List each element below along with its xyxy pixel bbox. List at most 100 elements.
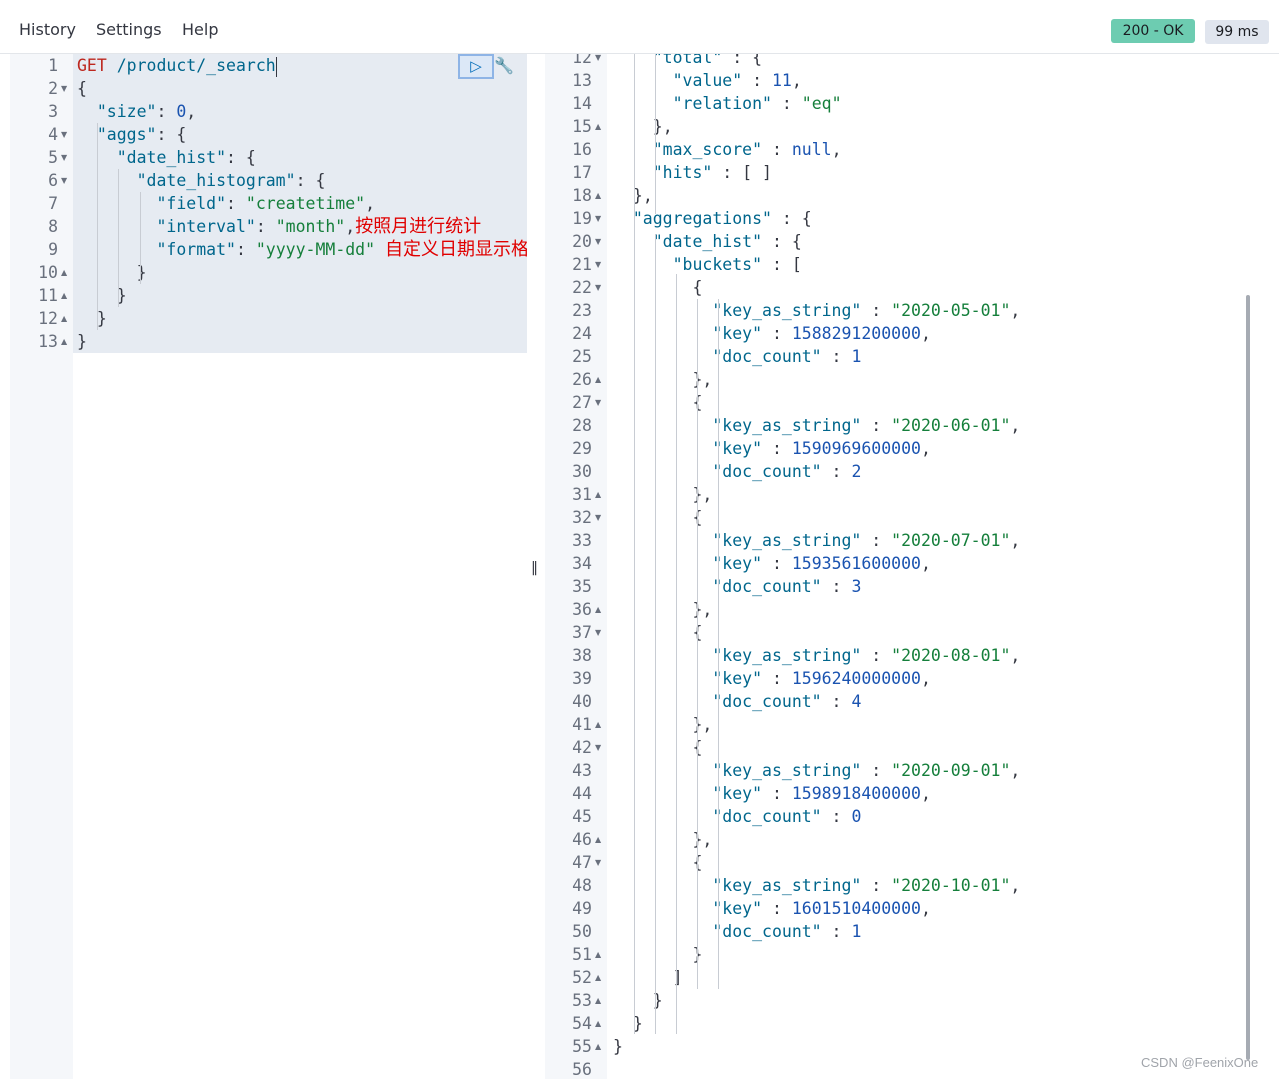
fold-toggle-icon[interactable]: ▲	[595, 966, 601, 989]
output-line: {	[692, 623, 703, 642]
fold-toggle-icon[interactable]: ▲	[61, 307, 67, 330]
fold-toggle-icon[interactable]: ▼	[61, 77, 67, 100]
indent-guide	[140, 192, 141, 284]
line-number: 11	[38, 286, 58, 305]
line-number: 13	[38, 332, 58, 351]
fold-toggle-icon[interactable]: ▲	[61, 330, 67, 353]
fold-toggle-icon[interactable]: ▲	[595, 1012, 601, 1035]
status-badge: 200 - OK	[1111, 19, 1195, 43]
line-number: 46	[572, 830, 592, 849]
code-line[interactable]: }	[77, 284, 127, 307]
line-number: 32	[572, 508, 592, 527]
indent-guide	[634, 54, 635, 1034]
fold-toggle-icon[interactable]: ▲	[595, 828, 601, 851]
line-number: 7	[48, 194, 58, 213]
line-number: 31	[572, 485, 592, 504]
line-number: 28	[572, 416, 592, 435]
menu-help[interactable]: Help	[182, 20, 218, 39]
menu-history[interactable]: History	[19, 20, 76, 39]
line-number: 24	[572, 324, 592, 343]
fold-toggle-icon[interactable]: ▼	[61, 123, 67, 146]
line-number: 4	[48, 125, 58, 144]
line-number: 42	[572, 738, 592, 757]
line-number: 38	[572, 646, 592, 665]
line-number: 44	[572, 784, 592, 803]
fold-toggle-icon[interactable]: ▲	[595, 1035, 601, 1058]
fold-toggle-icon[interactable]: ▼	[595, 621, 601, 644]
line-number: 21	[572, 255, 592, 274]
output-line: {	[692, 508, 703, 527]
play-icon[interactable]: ▷	[458, 54, 494, 79]
fold-toggle-icon[interactable]: ▼	[595, 230, 601, 253]
line-number: 15	[572, 117, 592, 136]
code-line[interactable]: "aggs": {	[77, 123, 186, 146]
request-time-badge: 99 ms	[1205, 20, 1269, 44]
output-line: "date_hist" : {	[652, 232, 802, 251]
code-line[interactable]: "interval": "month",按照月进行统计	[77, 215, 481, 238]
code-line[interactable]: "date_histogram": {	[77, 169, 326, 192]
line-number: 40	[572, 692, 592, 711]
code-line[interactable]: {	[77, 77, 87, 100]
fold-toggle-icon[interactable]: ▲	[595, 483, 601, 506]
fold-toggle-icon[interactable]: ▼	[595, 506, 601, 529]
output-line: "aggregations" : {	[632, 209, 812, 228]
line-number: 9	[48, 240, 58, 259]
output-line: },	[652, 117, 673, 136]
indent-guide	[655, 234, 656, 1034]
fold-toggle-icon[interactable]: ▼	[595, 207, 601, 230]
line-number: 50	[572, 922, 592, 941]
code-line[interactable]: "field": "createtime",	[77, 192, 375, 215]
line-number: 41	[572, 715, 592, 734]
line-number: 51	[572, 945, 592, 964]
fold-toggle-icon[interactable]: ▲	[595, 943, 601, 966]
fold-toggle-icon[interactable]: ▼	[61, 146, 67, 169]
fold-toggle-icon[interactable]: ▲	[595, 184, 601, 207]
wrench-icon[interactable]: 🔧	[494, 56, 516, 76]
fold-toggle-icon[interactable]: ▲	[61, 261, 67, 284]
output-line: "relation" : "eq"	[672, 94, 842, 113]
line-number: 48	[572, 876, 592, 895]
output-line: }	[632, 1014, 643, 1033]
output-line: "key_as_string" : "2020-10-01",	[712, 876, 1021, 895]
line-number: 1	[48, 56, 58, 75]
fold-toggle-icon[interactable]: ▲	[595, 368, 601, 391]
fold-toggle-icon[interactable]: ▼	[595, 276, 601, 299]
line-number: 12	[572, 54, 592, 67]
fold-toggle-icon[interactable]: ▲	[595, 713, 601, 736]
pane-resize-handle[interactable]: ‖	[531, 560, 538, 576]
code-line[interactable]: }	[77, 307, 107, 330]
fold-toggle-icon[interactable]: ▲	[595, 598, 601, 621]
fold-toggle-icon[interactable]: ▼	[595, 736, 601, 759]
line-number: 16	[572, 140, 592, 159]
line-number: 53	[572, 991, 592, 1010]
line-number: 22	[572, 278, 592, 297]
code-line[interactable]: "format": "yyyy-MM-dd" 自定义日期显示格式	[77, 238, 527, 261]
request-editor[interactable]: 1 GET /product/_search 2 ▼{3 "size": 0, 4 ▼ "…	[10, 54, 527, 1079]
fold-toggle-icon[interactable]: ▲	[61, 284, 67, 307]
line-number: 13	[572, 71, 592, 90]
menu-settings[interactable]: Settings	[96, 20, 162, 39]
output-line: "doc_count" : 4	[712, 692, 862, 711]
fold-toggle-icon[interactable]: ▼	[61, 169, 67, 192]
code-line[interactable]: "date_hist": {	[77, 146, 256, 169]
fold-toggle-icon[interactable]: ▼	[595, 253, 601, 276]
line-number: 29	[572, 439, 592, 458]
code-line[interactable]: }	[77, 261, 147, 284]
output-line: "key_as_string" : "2020-08-01",	[712, 646, 1021, 665]
line-number: 25	[572, 347, 592, 366]
fold-toggle-icon[interactable]: ▲	[595, 115, 601, 138]
line-number: 8	[48, 217, 58, 236]
fold-toggle-icon[interactable]: ▼	[595, 851, 601, 874]
fold-toggle-icon[interactable]: ▲	[595, 989, 601, 1012]
fold-toggle-icon[interactable]: ▼	[595, 54, 601, 69]
code-line[interactable]: GET /product/_search	[77, 54, 277, 77]
output-line: "max_score" : null,	[652, 140, 842, 159]
output-line: "key_as_string" : "2020-05-01",	[712, 301, 1021, 320]
output-scrollbar[interactable]	[1246, 295, 1250, 1060]
line-number: 33	[572, 531, 592, 550]
line-number: 20	[572, 232, 592, 251]
fold-toggle-icon[interactable]: ▼	[595, 391, 601, 414]
code-line[interactable]: }	[77, 330, 87, 353]
indent-guide	[118, 169, 119, 307]
code-line[interactable]: "size": 0,	[77, 100, 196, 123]
